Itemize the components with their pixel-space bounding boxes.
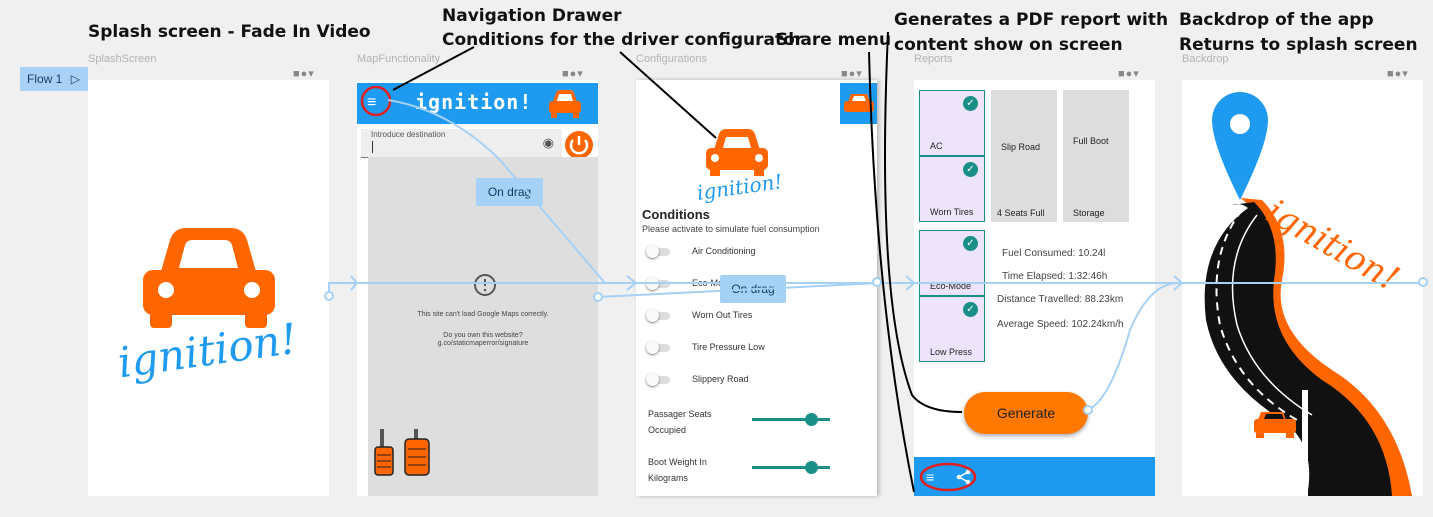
app-bar-edge bbox=[840, 83, 877, 124]
frame-label-map: MapFunctionality bbox=[357, 53, 441, 65]
frame-label-config: Configurations bbox=[636, 53, 707, 65]
toggle-switch[interactable] bbox=[646, 309, 670, 322]
seats-slider[interactable] bbox=[752, 413, 830, 426]
seats-label: Passager Seats Occupied bbox=[648, 409, 712, 435]
car-icon bbox=[549, 90, 581, 118]
toggle-label: Worn Out Tires bbox=[692, 310, 753, 320]
toggle-label: Tire Pressure Low bbox=[692, 342, 765, 352]
annotation-nav-drawer: Navigation Drawer bbox=[442, 6, 622, 26]
annotation-pdf-1: Generates a PDF report with bbox=[894, 10, 1169, 30]
reports-frame: ✓ AC Slip Road Full Boot ✓ Worn Tires 4 Se… bbox=[914, 80, 1155, 496]
tile-storage[interactable]: Storage bbox=[1063, 156, 1129, 222]
frame-menu-icon[interactable]: ■●▾ bbox=[1387, 67, 1409, 80]
annotation-backdrop-1: Backdrop of the app bbox=[1179, 10, 1374, 30]
annotation-conditions: Conditions for the driver configurator bbox=[442, 30, 804, 50]
frame-menu-icon[interactable]: ■●▾ bbox=[562, 67, 584, 80]
flow-label: Flow 1 bbox=[27, 72, 63, 86]
toggle-switch[interactable] bbox=[646, 341, 670, 354]
toggle-label: Slippery Road bbox=[692, 374, 749, 384]
annotation-splash: Splash screen - Fade In Video bbox=[88, 22, 371, 42]
tile-4-seats[interactable]: 4 Seats Full bbox=[991, 156, 1057, 222]
conditions-title: Conditions bbox=[642, 207, 710, 222]
config-frame: ignition! Conditions Please activate to … bbox=[636, 80, 877, 496]
map-pin-icon bbox=[1212, 92, 1268, 200]
toggle-label: Air Conditioning bbox=[692, 246, 756, 256]
check-icon: ✓ bbox=[963, 236, 978, 251]
destination-label: Introduce destination bbox=[371, 130, 446, 139]
tile-low-press[interactable]: ✓ Low Press bbox=[919, 296, 985, 362]
frame-label-backdrop: Backdrop bbox=[1182, 53, 1229, 65]
toggle-switch[interactable] bbox=[646, 277, 670, 290]
stat-distance: Distance Travelled: 88.23km bbox=[997, 294, 1124, 305]
eye-icon[interactable]: ◉ bbox=[543, 135, 554, 151]
on-drag-pill[interactable]: On drag bbox=[476, 178, 543, 206]
config-logo: ignition! bbox=[695, 129, 784, 205]
play-icon[interactable]: ▷ bbox=[71, 67, 80, 91]
highlight-circle bbox=[919, 462, 977, 492]
stat-fuel: Fuel Consumed: 10.24l bbox=[1002, 248, 1106, 259]
check-icon: ✓ bbox=[963, 302, 978, 317]
destination-input[interactable]: Introduce destination ◉ bbox=[361, 129, 562, 158]
map-error-text: This site can't load Google Maps correct… bbox=[417, 311, 549, 318]
app-bar: ≡ ignition! bbox=[357, 83, 598, 124]
car-icon bbox=[844, 94, 874, 112]
toggle-row[interactable]: Worn Out Tires bbox=[636, 307, 877, 327]
power-button[interactable] bbox=[564, 130, 594, 160]
pedals-icon[interactable] bbox=[373, 429, 433, 479]
text-cursor bbox=[372, 141, 373, 153]
error-icon bbox=[474, 274, 496, 296]
annotation-share: Share menu bbox=[776, 30, 892, 50]
backdrop-illustration: ignition! bbox=[1204, 92, 1412, 496]
tile-eco-mode[interactable]: ✓ Eco-Mode bbox=[919, 230, 985, 296]
toggle-label: Eco-Mo bbox=[692, 278, 724, 288]
stat-speed: Average Speed: 102.24km/h bbox=[997, 319, 1124, 330]
flow-start-badge[interactable]: Flow 1 ▷ bbox=[20, 67, 88, 91]
map-own-text: Do you own this website? bbox=[443, 332, 523, 339]
frame-menu-icon[interactable]: ■●▾ bbox=[1118, 67, 1140, 80]
toggle-row[interactable]: Tire Pressure Low bbox=[636, 339, 877, 359]
bottom-bar: ≡ bbox=[914, 457, 1155, 496]
on-drag-pill[interactable]: On drag bbox=[720, 275, 786, 303]
check-icon: ✓ bbox=[963, 96, 978, 111]
map-own-link: g.co/staticmaperror/signature bbox=[437, 340, 529, 347]
toggle-switch[interactable] bbox=[646, 373, 670, 386]
toggle-row[interactable]: Slippery Road bbox=[636, 371, 877, 391]
frame-menu-icon[interactable]: ■●▾ bbox=[293, 67, 315, 80]
slider-thumb[interactable] bbox=[805, 461, 818, 474]
tile-slip-road[interactable]: Slip Road bbox=[991, 90, 1057, 156]
splash-logo: ignition! bbox=[115, 228, 300, 388]
map-view[interactable]: This site can't load Google Maps correct… bbox=[368, 157, 598, 496]
highlight-circle bbox=[360, 85, 392, 117]
slider-thumb[interactable] bbox=[805, 413, 818, 426]
tile-ac[interactable]: ✓ AC bbox=[919, 90, 985, 156]
generate-button[interactable]: Generate bbox=[964, 392, 1088, 434]
tile-full-boot[interactable]: Full Boot bbox=[1063, 90, 1129, 156]
splash-frame: ignition! bbox=[88, 80, 329, 496]
conditions-subtitle: Please activate to simulate fuel consump… bbox=[642, 224, 820, 234]
toggle-switch[interactable] bbox=[646, 245, 670, 258]
boot-slider[interactable] bbox=[752, 461, 830, 474]
logo-text: ignition! bbox=[115, 314, 300, 388]
toggle-row[interactable]: Air Conditioning bbox=[636, 243, 877, 263]
frame-menu-icon[interactable]: ■●▾ bbox=[841, 67, 863, 80]
app-title: ignition! bbox=[415, 90, 533, 114]
map-frame: ≡ ignition! Introduce destination ◉ This… bbox=[357, 80, 598, 496]
stat-time: Time Elapsed: 1:32:46h bbox=[1002, 271, 1108, 282]
boot-label: Boot Weight In Kilograms bbox=[648, 457, 707, 483]
backdrop-frame: ignition! bbox=[1182, 80, 1423, 496]
tile-worn-tires[interactable]: ✓ Worn Tires bbox=[919, 156, 985, 222]
frame-label-reports: Reports bbox=[914, 53, 953, 65]
check-icon: ✓ bbox=[963, 162, 978, 177]
frame-label-splash: SplashScreen bbox=[88, 53, 157, 65]
logo-text: ignition! bbox=[695, 169, 783, 205]
